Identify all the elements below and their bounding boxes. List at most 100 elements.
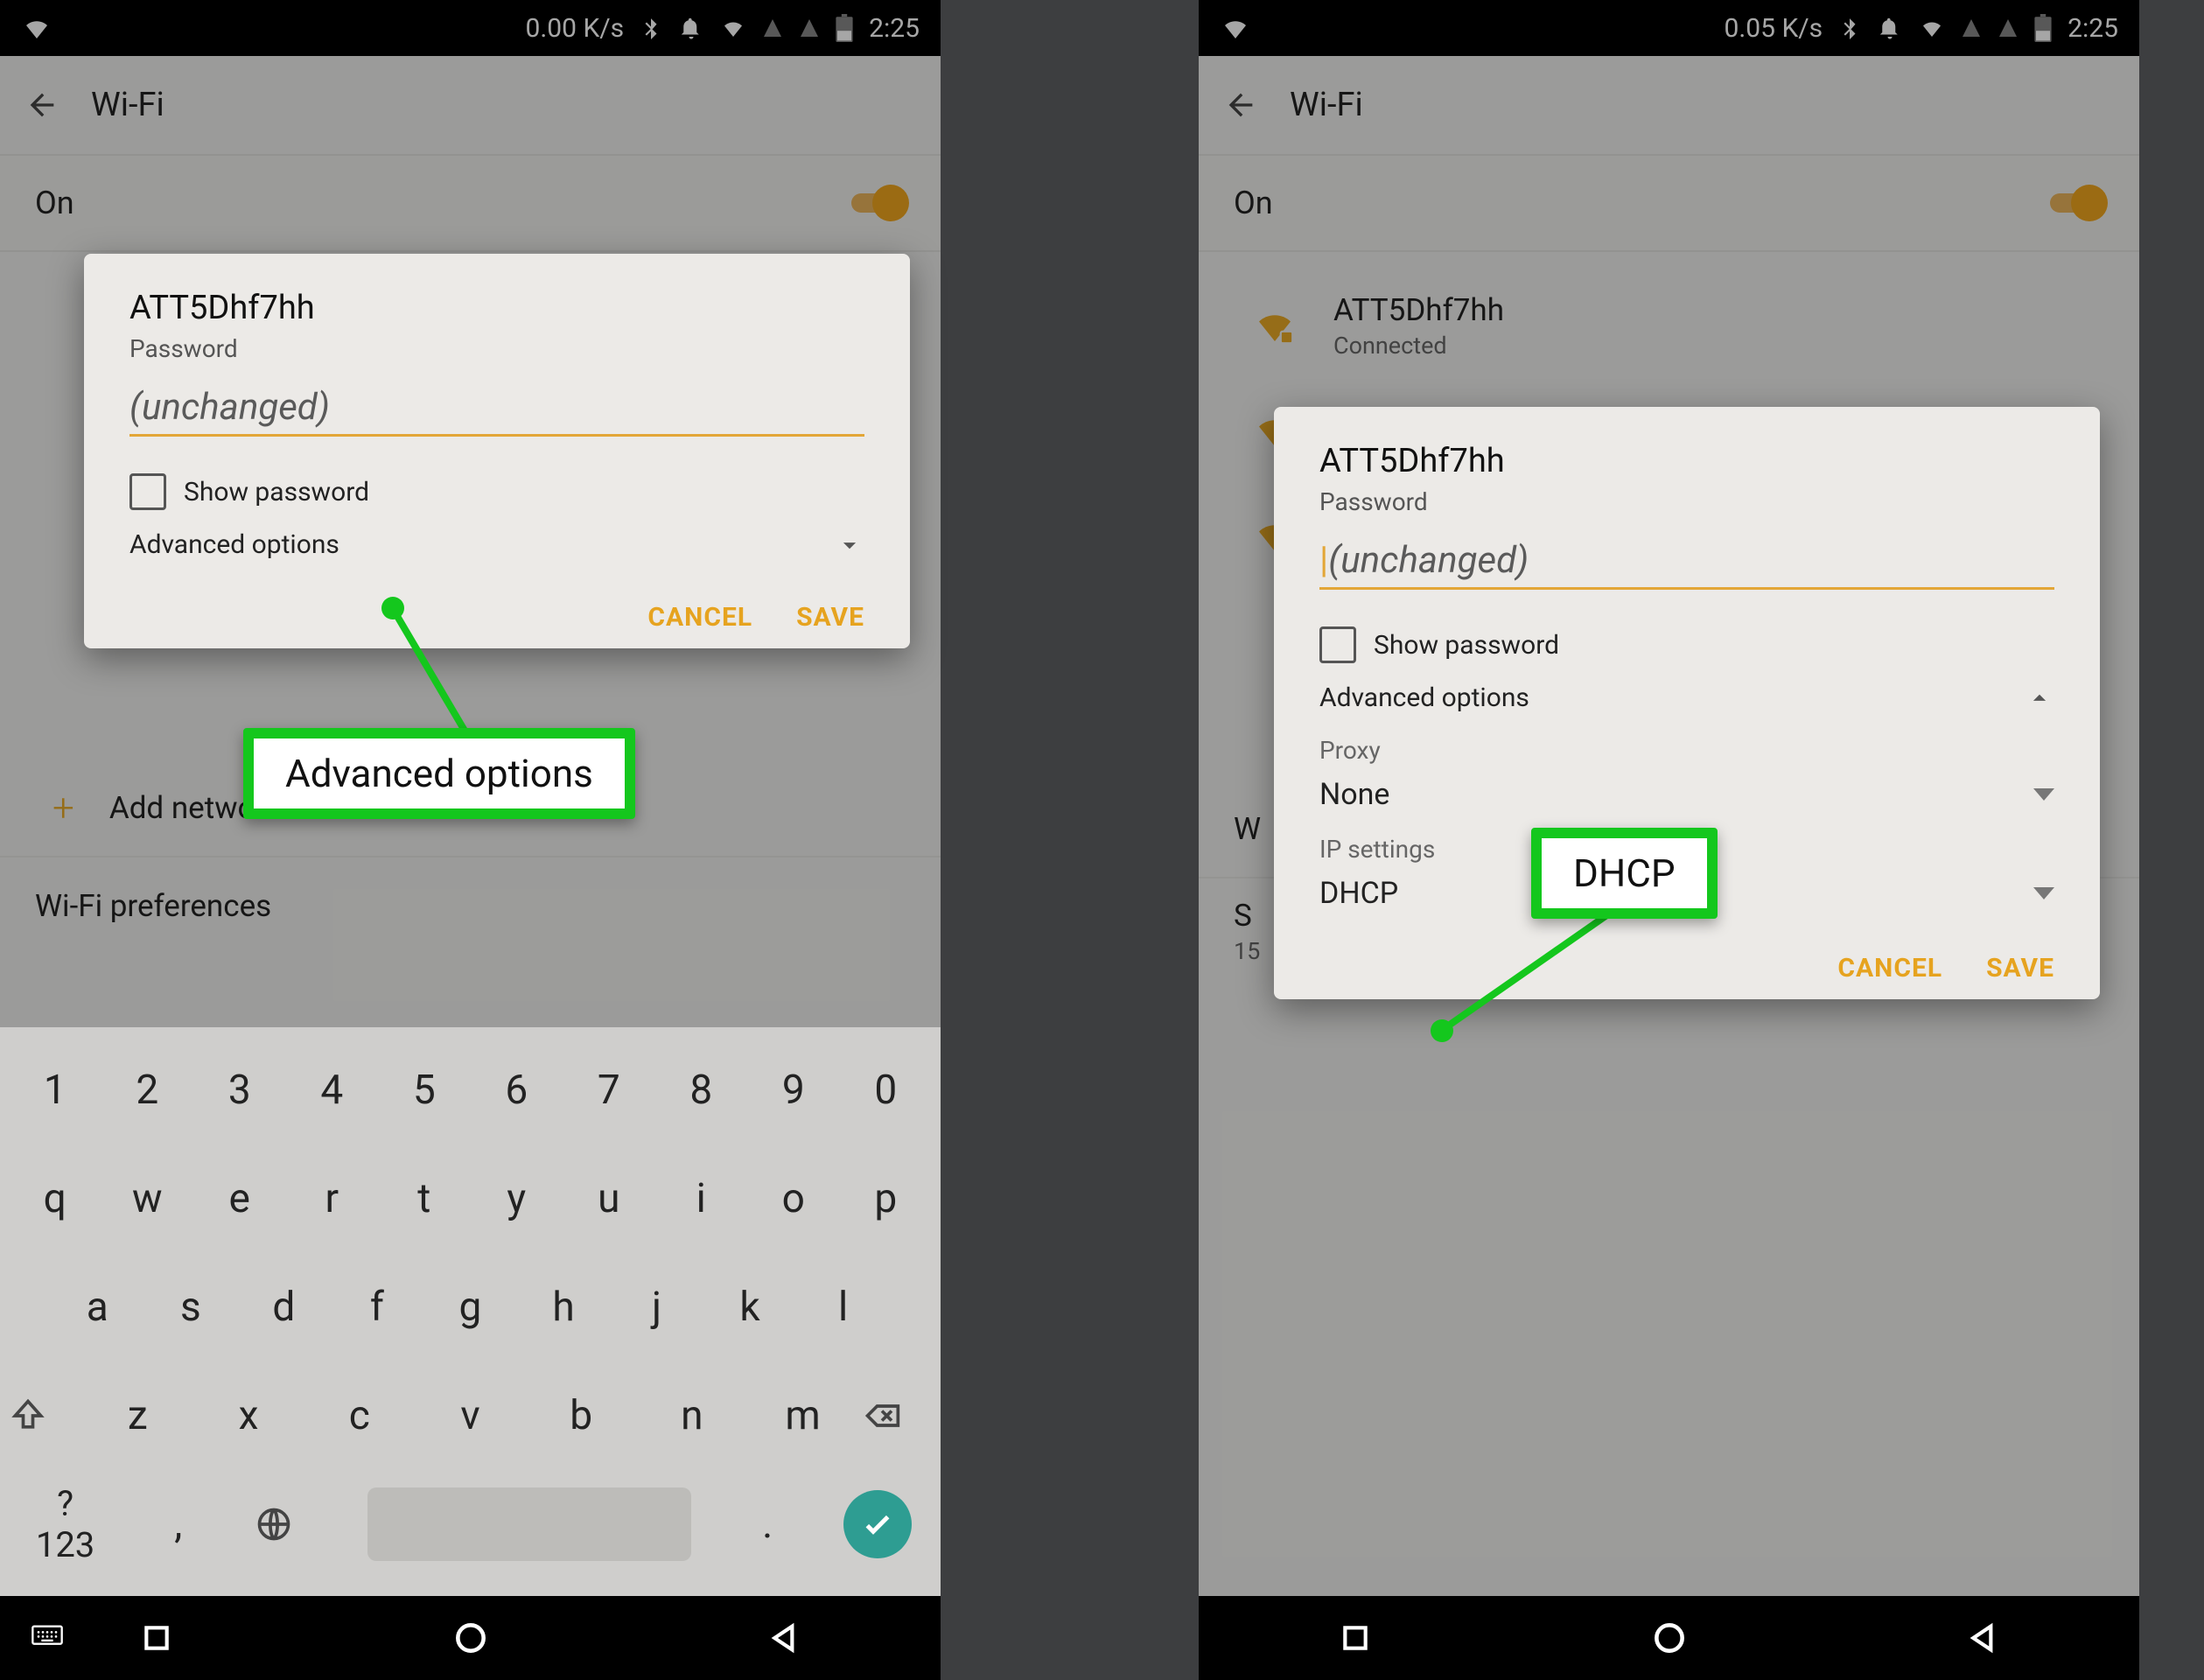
back-button[interactable]	[1966, 1620, 2001, 1656]
wifi-toggle-label: On	[1234, 185, 1273, 221]
show-password-checkbox[interactable]	[1319, 626, 1356, 663]
num-key-9[interactable]: 9	[757, 1067, 830, 1114]
soft-keyboard[interactable]: 1234567890 qwertyuiop asdfghjkl zxcvbnm …	[0, 1027, 941, 1596]
num-key-3[interactable]: 3	[203, 1067, 276, 1114]
num-key-8[interactable]: 8	[664, 1067, 738, 1114]
show-password-checkbox[interactable]	[129, 473, 166, 510]
dnd-icon	[1877, 15, 1903, 41]
letter-key-l[interactable]: l	[807, 1284, 880, 1331]
num-key-1[interactable]: 1	[18, 1067, 92, 1114]
letter-key-x[interactable]: x	[212, 1392, 285, 1439]
letter-key-h[interactable]: h	[527, 1284, 600, 1331]
letter-key-e[interactable]: e	[203, 1175, 276, 1222]
proxy-section-label: Proxy	[1319, 736, 2054, 765]
wifi-preferences-label: Wi-Fi preferences	[35, 888, 271, 924]
show-password-row[interactable]: Show password	[1319, 626, 2054, 663]
phone-screen-left: 0.00 K/s 2:25	[0, 0, 941, 1680]
callout-advanced-options: Advanced options	[243, 728, 635, 819]
clock-label: 2:25	[2068, 13, 2118, 44]
save-button[interactable]: SAVE	[1986, 953, 2054, 984]
wifi-network-row[interactable]: ATT5Dhf7hh Connected	[1199, 273, 2139, 378]
password-label: Password	[129, 334, 864, 363]
letter-key-k[interactable]: k	[713, 1284, 787, 1331]
save-button[interactable]: SAVE	[796, 602, 864, 633]
signal-wifi-icon	[1919, 15, 1945, 41]
letter-key-q[interactable]: q	[18, 1175, 92, 1222]
enter-key[interactable]	[843, 1490, 912, 1558]
letter-key-m[interactable]: m	[766, 1392, 840, 1439]
letter-key-d[interactable]: d	[247, 1284, 320, 1331]
letter-key-o[interactable]: o	[757, 1175, 830, 1222]
network-name: ATT5Dhf7hh	[1333, 292, 1504, 328]
letter-key-p[interactable]: p	[849, 1175, 922, 1222]
backspace-key[interactable]	[858, 1396, 932, 1435]
home-button[interactable]	[451, 1619, 490, 1657]
num-key-6[interactable]: 6	[479, 1067, 553, 1114]
wifi-toggle-row[interactable]: On	[1199, 154, 2139, 252]
wifi-preferences-row[interactable]: Wi-Fi preferences	[0, 856, 941, 954]
status-bar: 0.05 K/s 2:25	[1199, 0, 2139, 56]
period-key[interactable]: .	[731, 1501, 804, 1548]
signal-wifi-icon	[720, 15, 746, 41]
sim2-icon	[799, 16, 820, 40]
num-key-0[interactable]: 0	[849, 1067, 922, 1114]
recent-apps-button[interactable]	[139, 1620, 174, 1656]
password-field[interactable]: (unchanged)	[129, 386, 864, 437]
chevron-up-icon	[2025, 683, 2054, 713]
advanced-options-row[interactable]: Advanced options	[1319, 682, 2054, 713]
comma-key[interactable]: ,	[142, 1501, 215, 1548]
language-key[interactable]	[255, 1505, 328, 1544]
letter-key-c[interactable]: c	[323, 1392, 396, 1439]
dropdown-icon	[2033, 887, 2054, 900]
letter-key-i[interactable]: i	[664, 1175, 738, 1222]
letter-key-s[interactable]: s	[154, 1284, 227, 1331]
letter-key-y[interactable]: y	[479, 1175, 553, 1222]
spacebar-key[interactable]	[367, 1488, 691, 1561]
show-password-label: Show password	[1374, 630, 1559, 661]
phone-screen-right: 0.05 K/s 2:25	[1199, 0, 2139, 1680]
letter-key-u[interactable]: u	[572, 1175, 646, 1222]
letter-key-w[interactable]: w	[110, 1175, 184, 1222]
bluetooth-icon	[640, 15, 662, 41]
sim2-icon	[1998, 16, 2019, 40]
advanced-options-row[interactable]: Advanced options	[129, 529, 864, 560]
back-button[interactable]	[767, 1620, 802, 1656]
num-key-2[interactable]: 2	[110, 1067, 184, 1114]
dialog-ssid: ATT5Dhf7hh	[1319, 442, 2054, 480]
keyboard-hide-icon[interactable]	[26, 1620, 68, 1656]
letter-key-j[interactable]: j	[620, 1284, 694, 1331]
back-icon[interactable]	[1223, 88, 1258, 122]
symbols-key[interactable]: ?123	[29, 1483, 102, 1565]
battery-icon	[2034, 14, 2052, 42]
letter-key-z[interactable]: z	[101, 1392, 174, 1439]
letter-key-t[interactable]: t	[388, 1175, 461, 1222]
letter-key-v[interactable]: v	[433, 1392, 507, 1439]
callout-dhcp: DHCP	[1531, 828, 1718, 919]
page-title: Wi-Fi	[91, 86, 164, 124]
letter-key-r[interactable]: r	[295, 1175, 368, 1222]
letter-key-b[interactable]: b	[544, 1392, 618, 1439]
proxy-dropdown[interactable]: None	[1319, 777, 2054, 812]
password-field[interactable]: |(unchanged)	[1319, 539, 2054, 590]
back-icon[interactable]	[24, 88, 59, 122]
wifi-toggle-switch[interactable]	[851, 185, 906, 221]
cancel-button[interactable]: CANCEL	[1837, 953, 1942, 984]
shift-key[interactable]	[9, 1396, 82, 1435]
cancel-button[interactable]: CANCEL	[647, 602, 752, 633]
letter-key-n[interactable]: n	[655, 1392, 729, 1439]
num-key-4[interactable]: 4	[295, 1067, 368, 1114]
recent-apps-button[interactable]	[1338, 1620, 1373, 1656]
home-button[interactable]	[1650, 1619, 1689, 1657]
wifi-toggle-switch[interactable]	[2050, 185, 2104, 221]
show-password-row[interactable]: Show password	[129, 473, 864, 510]
dropdown-icon	[2033, 788, 2054, 801]
num-key-7[interactable]: 7	[572, 1067, 646, 1114]
num-key-5[interactable]: 5	[388, 1067, 461, 1114]
letter-key-a[interactable]: a	[60, 1284, 134, 1331]
callout-anchor-dot	[1431, 1019, 1453, 1042]
bluetooth-icon	[1838, 15, 1861, 41]
status-bar: 0.00 K/s 2:25	[0, 0, 941, 56]
wifi-toggle-row[interactable]: On	[0, 154, 941, 252]
letter-key-f[interactable]: f	[340, 1284, 414, 1331]
letter-key-g[interactable]: g	[433, 1284, 507, 1331]
